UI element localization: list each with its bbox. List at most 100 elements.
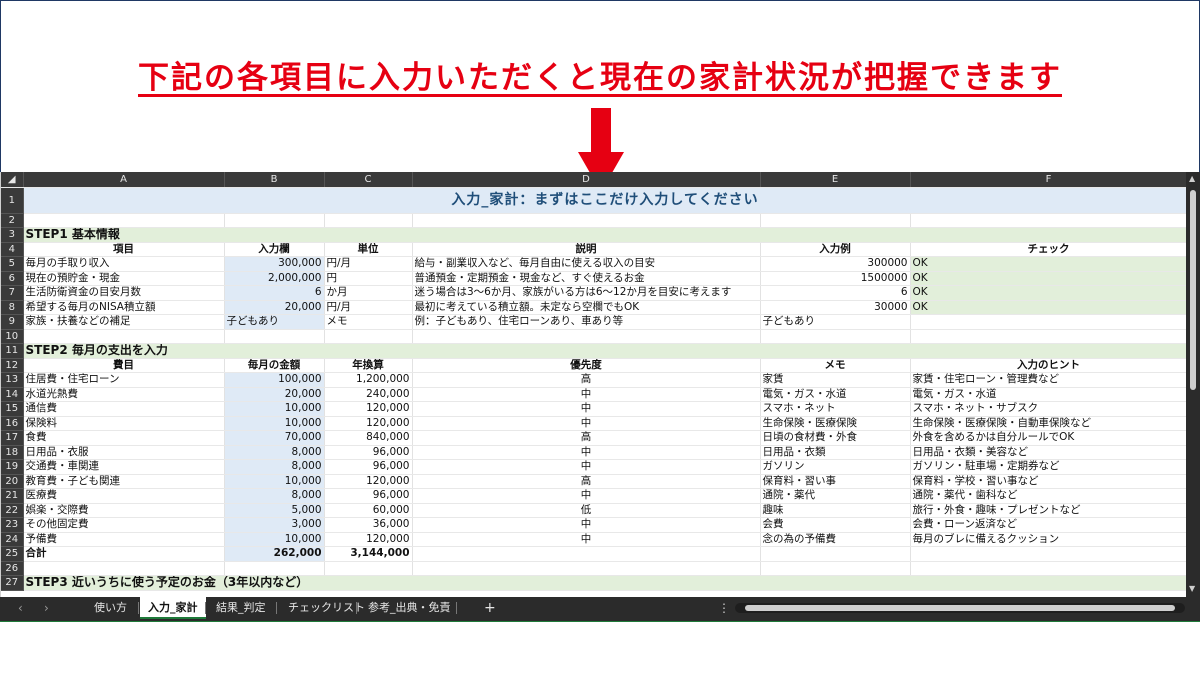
column-header-e[interactable]: E	[760, 172, 911, 188]
row-header[interactable]: 24	[1, 532, 24, 547]
data-cell[interactable]: 96,000	[324, 445, 413, 460]
input-cell[interactable]: 8,000	[224, 459, 325, 475]
input-cell[interactable]: 300,000	[224, 256, 325, 272]
input-cell[interactable]: 70,000	[224, 430, 325, 446]
input-cell[interactable]: 8,000	[224, 488, 325, 504]
horizontal-scroll-thumb[interactable]	[745, 605, 1175, 611]
row-header[interactable]: 25	[1, 546, 24, 562]
more-options-icon[interactable]: ⋮	[718, 601, 730, 615]
column-header-c[interactable]: C	[324, 172, 413, 188]
input-cell[interactable]: 20,000	[224, 300, 325, 315]
data-cell[interactable]: 96,000	[324, 459, 413, 475]
data-cell[interactable]: 食費	[23, 430, 225, 446]
data-cell[interactable]: 家賃	[760, 372, 911, 388]
input-cell[interactable]: 2,000,000	[224, 271, 325, 286]
data-cell[interactable]: 円	[324, 271, 413, 286]
row-header[interactable]: 14	[1, 387, 24, 402]
data-cell[interactable]: 電気・ガス・水道	[760, 387, 911, 402]
data-cell[interactable]: ガソリン・駐車場・定期券など	[910, 459, 1188, 475]
empty-cell[interactable]	[412, 213, 761, 228]
data-cell[interactable]: 医療費	[23, 488, 225, 504]
next-sheet-icon[interactable]: ›	[44, 601, 49, 615]
vertical-scrollbar[interactable]: ▲ ▼	[1186, 172, 1200, 597]
row-header[interactable]: 23	[1, 517, 24, 533]
vertical-scroll-thumb[interactable]	[1190, 190, 1196, 390]
data-cell[interactable]: 円/月	[324, 300, 413, 315]
data-cell[interactable]: 高	[412, 430, 761, 446]
scroll-down-icon[interactable]: ▼	[1189, 584, 1195, 593]
tab-result[interactable]: 結果_判定	[208, 597, 274, 619]
input-cell[interactable]: 20,000	[224, 387, 325, 402]
data-cell[interactable]: OK	[910, 300, 1188, 315]
input-cell[interactable]: 6	[224, 285, 325, 301]
data-cell[interactable]: 中	[412, 416, 761, 431]
data-cell[interactable]: OK	[910, 285, 1188, 301]
column-header-a[interactable]: A	[23, 172, 225, 188]
row-header[interactable]: 17	[1, 430, 24, 446]
row-header[interactable]: 22	[1, 503, 24, 518]
spreadsheet-grid[interactable]: ◢ A B C D E F 1 入力_家計：まずはここだけ入力してください 2 3 STEP1 基本情…	[0, 172, 1200, 597]
data-cell[interactable]: 日頃の食材費・外食	[760, 430, 911, 446]
empty-cell[interactable]	[910, 546, 1188, 562]
data-cell[interactable]: メモ	[324, 314, 413, 330]
data-cell[interactable]: OK	[910, 256, 1188, 272]
data-cell[interactable]: 中	[412, 488, 761, 504]
row-header[interactable]: 9	[1, 314, 24, 330]
empty-cell[interactable]	[324, 329, 413, 344]
data-cell[interactable]: 日用品・衣類	[760, 445, 911, 460]
data-cell[interactable]: 最初に考えている積立額。未定なら空欄でもOK	[412, 300, 761, 315]
empty-cell[interactable]	[412, 561, 761, 576]
row-header[interactable]: 6	[1, 271, 24, 286]
empty-cell[interactable]	[910, 329, 1188, 344]
row-header[interactable]: 8	[1, 300, 24, 315]
data-cell[interactable]: 60,000	[324, 503, 413, 518]
data-cell[interactable]: 300000	[760, 256, 911, 272]
data-cell[interactable]: 家族・扶養などの補足	[23, 314, 225, 330]
tab-reference[interactable]: 参考_出典・免責	[360, 597, 459, 619]
data-cell[interactable]: 低	[412, 503, 761, 518]
column-header-d[interactable]: D	[412, 172, 761, 188]
data-cell[interactable]: 住居費・住宅ローン	[23, 372, 225, 388]
row-header[interactable]: 18	[1, 445, 24, 460]
data-cell[interactable]: か月	[324, 285, 413, 301]
row-header[interactable]: 2	[1, 213, 24, 228]
data-cell[interactable]: 120,000	[324, 532, 413, 547]
input-cell[interactable]: 5,000	[224, 503, 325, 518]
data-cell[interactable]: 生活防衛資金の目安月数	[23, 285, 225, 301]
data-cell[interactable]: 家賃・住宅ローン・管理費など	[910, 372, 1188, 388]
row-header[interactable]: 20	[1, 474, 24, 489]
data-cell[interactable]: 1,200,000	[324, 372, 413, 388]
empty-cell[interactable]	[224, 561, 325, 576]
data-cell[interactable]: 水道光熱費	[23, 387, 225, 402]
data-cell[interactable]: 普通預金・定期預金・現金など、すぐ使えるお金	[412, 271, 761, 286]
empty-cell[interactable]	[760, 329, 911, 344]
data-cell[interactable]: 保険料	[23, 416, 225, 431]
tab-input-household[interactable]: 入力_家計	[140, 597, 206, 619]
data-cell[interactable]: 現在の預貯金・現金	[23, 271, 225, 286]
data-cell[interactable]: 娯楽・交際費	[23, 503, 225, 518]
data-cell[interactable]: 旅行・外食・趣味・プレゼントなど	[910, 503, 1188, 518]
data-cell[interactable]: OK	[910, 271, 1188, 286]
row-header[interactable]: 12	[1, 358, 24, 373]
data-cell[interactable]: 96,000	[324, 488, 413, 504]
empty-cell[interactable]	[23, 561, 225, 576]
data-cell[interactable]: 中	[412, 532, 761, 547]
row-header[interactable]: 16	[1, 416, 24, 431]
data-cell[interactable]: 例：子どもあり、住宅ローンあり、車あり等	[412, 314, 761, 330]
data-cell[interactable]: 外食を含めるかは自分ルールでOK	[910, 430, 1188, 446]
row-header[interactable]: 19	[1, 459, 24, 475]
empty-cell[interactable]	[23, 329, 225, 344]
input-cell[interactable]: 8,000	[224, 445, 325, 460]
data-cell[interactable]: その他固定費	[23, 517, 225, 533]
row-header[interactable]: 10	[1, 329, 24, 344]
data-cell[interactable]: 中	[412, 445, 761, 460]
select-all-corner[interactable]: ◢	[1, 172, 24, 188]
data-cell[interactable]: 生命保険・医療保険	[760, 416, 911, 431]
data-cell[interactable]: 30000	[760, 300, 911, 315]
data-cell[interactable]: 教育費・子ども関連	[23, 474, 225, 489]
input-cell[interactable]: 3,000	[224, 517, 325, 533]
tab-usage[interactable]: 使い方	[86, 597, 135, 619]
empty-cell[interactable]	[23, 213, 225, 228]
column-header-f[interactable]: F	[910, 172, 1188, 188]
empty-cell[interactable]	[324, 561, 413, 576]
